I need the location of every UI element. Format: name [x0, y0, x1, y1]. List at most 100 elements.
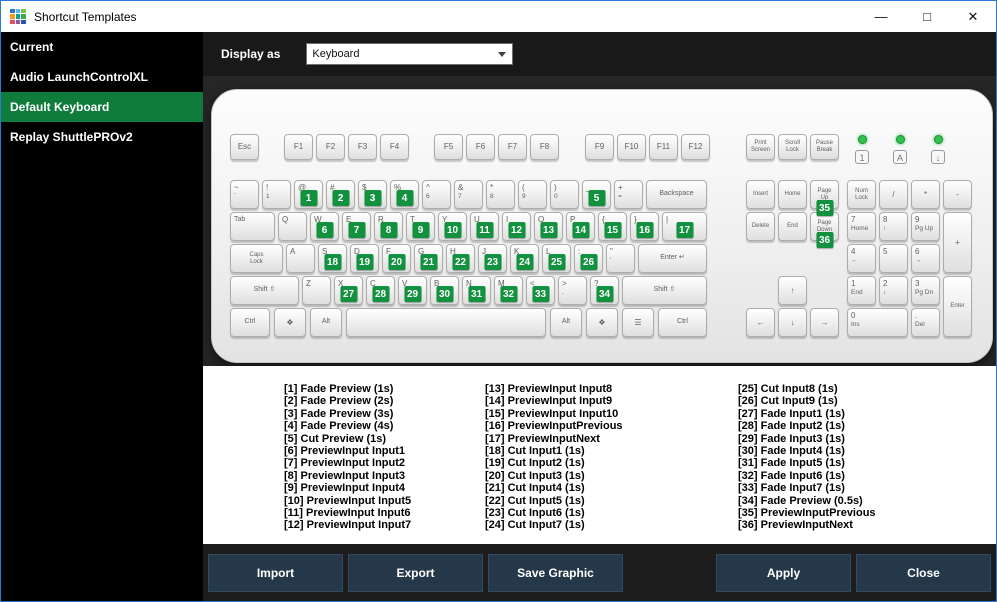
kb-key[interactable]: Num Lock — [847, 180, 876, 209]
kb-key[interactable]: 3 Pg Dn — [911, 276, 940, 305]
kb-key[interactable]: - — [943, 180, 972, 209]
kb-key[interactable]: U 11 — [470, 212, 499, 241]
kb-key[interactable]: } 16 — [630, 212, 659, 241]
kb-key[interactable]: ~ ` — [230, 180, 259, 209]
kb-key[interactable]: ^ 6 — [422, 180, 451, 209]
kb-key[interactable]: Page Down 36 — [810, 212, 839, 248]
kb-key[interactable]: ☰ — [622, 308, 654, 337]
kb-key[interactable]: P 14 — [566, 212, 595, 241]
kb-key[interactable]: O 13 — [534, 212, 563, 241]
kb-key[interactable]: Caps Lock — [230, 244, 283, 273]
kb-key[interactable]: F4 — [380, 134, 409, 160]
kb-key[interactable]: Page Up 35 — [810, 180, 839, 216]
kb-key[interactable]: 1 End — [847, 276, 876, 305]
kb-key[interactable]: F7 — [498, 134, 527, 160]
kb-key[interactable]: J 23 — [478, 244, 507, 273]
kb-key[interactable]: % 4 — [390, 180, 419, 209]
kb-key[interactable]: ❖ — [586, 308, 618, 337]
kb-key[interactable]: F10 — [617, 134, 646, 160]
kb-key[interactable]: A — [286, 244, 315, 273]
kb-key[interactable]: Esc — [230, 134, 259, 160]
kb-key[interactable]: Print Screen — [746, 134, 775, 160]
kb-key[interactable]: ↑ — [778, 276, 807, 305]
kb-key[interactable]: Delete — [746, 212, 775, 241]
kb-key[interactable]: M 32 — [494, 276, 523, 305]
kb-key[interactable]: F1 — [284, 134, 313, 160]
kb-key[interactable] — [346, 308, 546, 337]
kb-key[interactable]: S 18 — [318, 244, 347, 273]
kb-key[interactable]: " ' — [606, 244, 635, 273]
kb-key[interactable]: Q — [278, 212, 307, 241]
kb-key[interactable]: Tab — [230, 212, 275, 241]
kb-key[interactable]: :26 — [574, 244, 603, 273]
kb-key[interactable]: → — [810, 308, 839, 337]
kb-key[interactable]: F8 — [530, 134, 559, 160]
kb-key[interactable]: F12 — [681, 134, 710, 160]
kb-key[interactable]: Alt — [550, 308, 582, 337]
kb-key[interactable]: * 8 — [486, 180, 515, 209]
kb-key[interactable]: ? 34 — [590, 276, 619, 305]
kb-key[interactable]: 6 → — [911, 244, 940, 273]
kb-key[interactable]: $3 — [358, 180, 387, 209]
kb-key[interactable]: & 7 — [454, 180, 483, 209]
kb-key[interactable]: F9 — [585, 134, 614, 160]
kb-key[interactable]: E7 — [342, 212, 371, 241]
kb-key[interactable]: C 28 — [366, 276, 395, 305]
kb-key[interactable]: Alt — [310, 308, 342, 337]
kb-key[interactable]: ! 1 — [262, 180, 291, 209]
kb-key[interactable]: V 29 — [398, 276, 427, 305]
kb-key[interactable]: L 25 — [542, 244, 571, 273]
kb-key[interactable]: Insert — [746, 180, 775, 209]
kb-key[interactable]: . Del — [911, 308, 940, 337]
kb-key[interactable]: 9 Pg Up — [911, 212, 940, 241]
kb-key[interactable]: | 17 — [662, 212, 707, 241]
kb-key[interactable]: ← — [746, 308, 775, 337]
sidebar-item-current[interactable]: Current — [1, 32, 203, 62]
kb-key[interactable]: End — [778, 212, 807, 241]
kb-key[interactable]: K 24 — [510, 244, 539, 273]
kb-key[interactable]: Z — [302, 276, 331, 305]
display-as-select[interactable]: Keyboard — [306, 43, 514, 65]
close-button[interactable]: Close — [856, 553, 991, 592]
kb-key[interactable]: + — [943, 212, 972, 273]
kb-key[interactable]: 8 ↑ — [879, 212, 908, 241]
kb-key[interactable]: #2 — [326, 180, 355, 209]
kb-key[interactable]: ↓ — [778, 308, 807, 337]
import-button[interactable]: Import — [208, 553, 343, 592]
export-button[interactable]: Export — [348, 553, 483, 592]
close-window-button[interactable]: ✕ — [950, 1, 996, 32]
kb-key[interactable]: 2 ↓ — [879, 276, 908, 305]
kb-key[interactable]: F11 — [649, 134, 678, 160]
kb-key[interactable]: Ctrl — [658, 308, 707, 337]
kb-key[interactable]: ❖ — [274, 308, 306, 337]
kb-key[interactable]: X 27 — [334, 276, 363, 305]
kb-key[interactable]: Enter ↵ — [638, 244, 707, 273]
kb-key[interactable]: * — [911, 180, 940, 209]
kb-key[interactable]: Scroll Lock — [778, 134, 807, 160]
sidebar-item-default-keyboard[interactable]: Default Keyboard — [1, 92, 203, 122]
minimize-button[interactable]: — — [858, 1, 904, 32]
kb-key[interactable]: H 22 — [446, 244, 475, 273]
sidebar-item-replay-shuttleprov2[interactable]: Replay ShuttlePROv2 — [1, 122, 203, 152]
sidebar-item-audio-launchcontrolxl[interactable]: Audio LaunchControlXL — [1, 62, 203, 92]
kb-key[interactable]: _ 5 — [582, 180, 611, 209]
kb-key[interactable]: R8 — [374, 212, 403, 241]
kb-key[interactable]: 4 ← — [847, 244, 876, 273]
kb-key[interactable]: >. — [558, 276, 587, 305]
kb-key[interactable]: Pause Break — [810, 134, 839, 160]
kb-key[interactable]: ) 0 — [550, 180, 579, 209]
kb-key[interactable]: Ctrl — [230, 308, 270, 337]
kb-key[interactable]: G 21 — [414, 244, 443, 273]
kb-key[interactable]: <33 — [526, 276, 555, 305]
kb-key[interactable]: B 30 — [430, 276, 459, 305]
kb-key[interactable]: F6 — [466, 134, 495, 160]
kb-key[interactable]: D 19 — [350, 244, 379, 273]
kb-key[interactable]: {15 — [598, 212, 627, 241]
kb-key[interactable]: Enter — [943, 276, 972, 337]
apply-button[interactable]: Apply — [716, 553, 851, 592]
kb-key[interactable]: 7 Home — [847, 212, 876, 241]
kb-key[interactable]: F5 — [434, 134, 463, 160]
kb-key[interactable]: Backspace — [646, 180, 707, 209]
kb-key[interactable]: + = — [614, 180, 643, 209]
kb-key[interactable]: F3 — [348, 134, 377, 160]
